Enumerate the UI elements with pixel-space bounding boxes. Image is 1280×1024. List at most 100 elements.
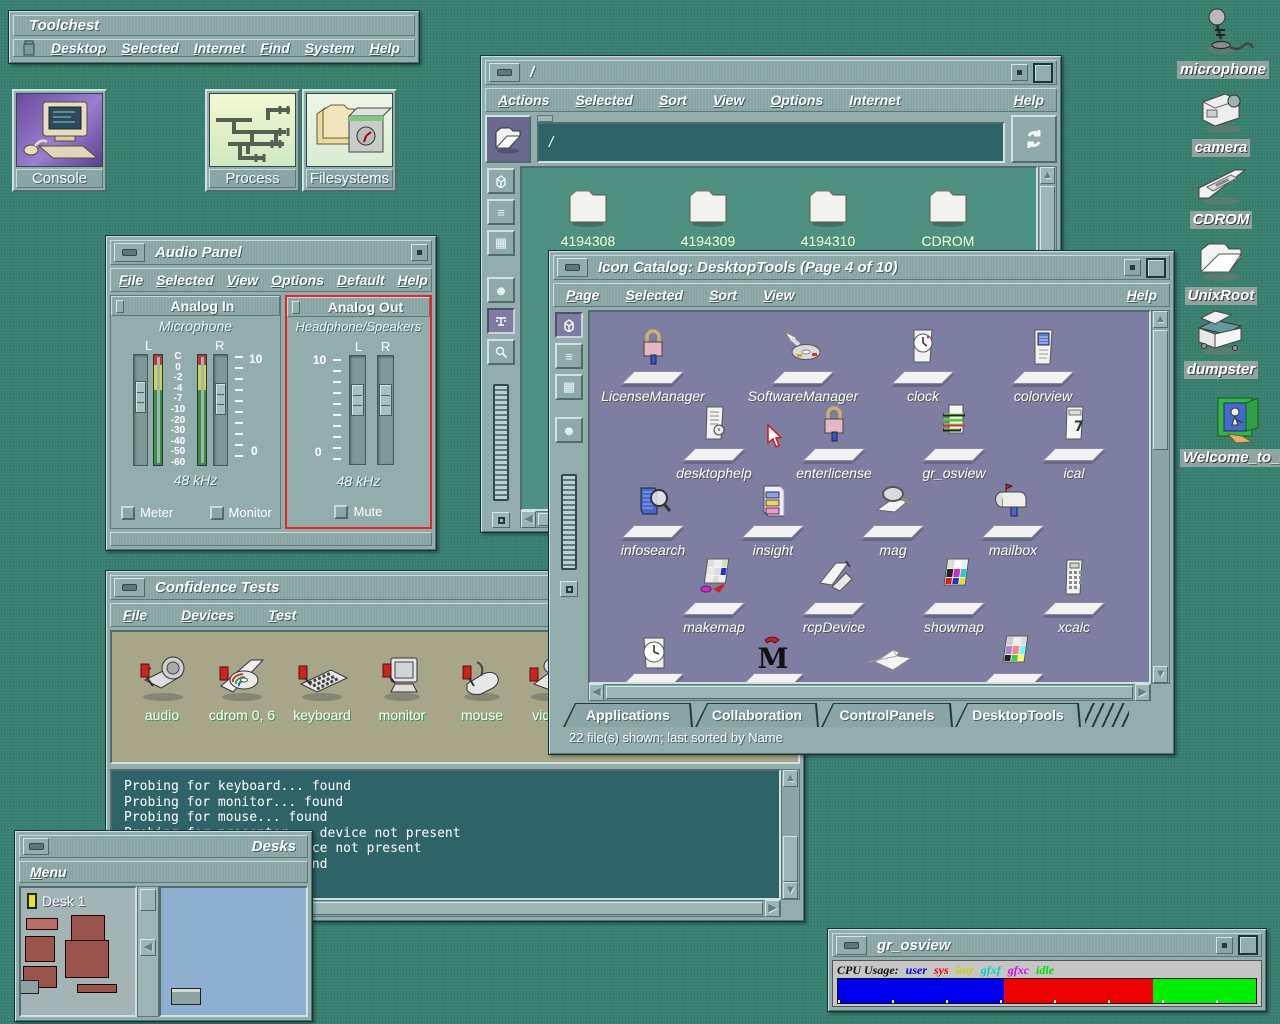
catalog-item-rcpdevice[interactable]: rcpDevice [772, 557, 896, 635]
device-keyboard[interactable]: keyboard [280, 650, 364, 723]
vertical-scrollbar[interactable]: ▲▼ [1151, 310, 1170, 684]
scroll-left-arrow[interactable]: ◀ [140, 939, 156, 956]
analog-out-panel[interactable]: Analog Out Headphone/Speakers L R 10 0 4… [285, 295, 432, 529]
input-slider-left[interactable] [133, 354, 148, 466]
menu-internet[interactable]: Internet [194, 41, 245, 55]
menu-internet[interactable]: Internet [849, 93, 900, 107]
window-menu-button[interactable] [1011, 64, 1028, 81]
pan-thumbwheel[interactable] [561, 474, 577, 570]
desk2-preview[interactable] [159, 886, 308, 1017]
menu-file[interactable]: File [119, 273, 143, 287]
minimize-button[interactable] [489, 63, 520, 82]
catalog-item-mailbox[interactable]: mailbox [951, 480, 1075, 558]
path-field[interactable]: / [537, 122, 1005, 163]
minimize-button[interactable] [557, 258, 588, 277]
3d-view-button[interactable] [555, 312, 583, 338]
menu-desktop[interactable]: Desktop [51, 41, 106, 55]
menu-page[interactable]: Page [566, 288, 599, 302]
grid-view-button[interactable]: ▦ [555, 374, 583, 400]
tab-controlpanels[interactable]: ControlPanels [821, 703, 953, 727]
list-view-button[interactable]: ≡ [487, 199, 515, 225]
scroll-left-arrow[interactable]: ◀ [589, 684, 604, 701]
vertical-scrollbar[interactable]: ▲▼ [781, 769, 800, 900]
menu-help[interactable]: Help [370, 41, 400, 55]
scroll-up-arrow[interactable]: ▲ [1040, 167, 1055, 184]
menu-help[interactable]: Help [398, 273, 428, 287]
scroll-thumb[interactable] [140, 889, 156, 911]
device-monitor[interactable]: monitor [360, 650, 444, 723]
panel-lozenge[interactable] [116, 300, 124, 313]
menu-default[interactable]: Default [337, 273, 384, 287]
minimize-button[interactable] [836, 936, 867, 955]
toolchest-titlebar[interactable]: Toolchest [13, 15, 415, 36]
device-audio[interactable]: audio [120, 650, 204, 723]
device-cdrom[interactable]: cdrom 0, 6 [200, 650, 284, 723]
maximize-button[interactable] [1033, 63, 1053, 83]
menu-options[interactable]: Options [271, 273, 324, 287]
scroll-down-arrow[interactable]: ▼ [1153, 666, 1168, 683]
menu-options[interactable]: Options [770, 93, 823, 107]
menu-test[interactable]: Test [268, 608, 296, 622]
icon-catalog-titlebar[interactable]: Icon Catalog: DesktopTools (Page 4 of 10… [553, 255, 1170, 280]
scroll-right-arrow[interactable]: ▶ [1135, 684, 1150, 701]
window-menu-button[interactable] [1216, 937, 1233, 954]
menu-find[interactable]: Find [260, 41, 290, 55]
menu-system[interactable]: System [305, 41, 355, 55]
menu-actions[interactable]: Actions [498, 93, 549, 107]
desktop-icon-dumpster[interactable]: dumpster [1174, 304, 1268, 379]
tab-desktoptools[interactable]: DesktopTools [955, 703, 1081, 727]
minimize-button[interactable] [114, 243, 145, 262]
desks-scroll-column[interactable]: ◀ [137, 886, 159, 1017]
folder-item[interactable]: CDROM [898, 184, 998, 249]
menu-file[interactable]: File [123, 608, 147, 622]
people-view-button[interactable]: ☻ [487, 277, 515, 303]
tree-view-button[interactable] [487, 308, 515, 334]
filesystems-launcher[interactable]: Filesystems [302, 89, 397, 192]
grid-view-button[interactable]: ▦ [487, 230, 515, 256]
scroll-thumb[interactable] [606, 686, 1133, 699]
catalog-item-enterlicense[interactable]: enterlicense [772, 403, 896, 481]
catalog-item-ical[interactable]: 7 ical [1012, 403, 1136, 481]
folder-item[interactable]: 4194309 [658, 184, 758, 249]
catalog-item-clipped-clock[interactable] [591, 634, 715, 684]
catalog-item-infosearch[interactable]: infosearch [591, 480, 715, 558]
menu-devices[interactable]: Devices [181, 608, 234, 622]
3d-view-button[interactable] [487, 168, 515, 194]
scroll-down-arrow[interactable]: ▼ [783, 882, 798, 899]
menu-sort[interactable]: Sort [659, 93, 687, 107]
desktop-icon-cdrom[interactable]: CDROM [1176, 162, 1266, 229]
input-slider-right[interactable] [213, 354, 228, 466]
desktop-icon-welcome[interactable]: Welcome_to_SGI [1180, 384, 1280, 467]
home-view-button[interactable] [560, 581, 578, 597]
desktop-icon-unixroot[interactable]: UnixRoot [1176, 234, 1266, 305]
menu-view[interactable]: View [763, 288, 794, 302]
home-view-button[interactable] [492, 512, 510, 528]
minimize-button[interactable] [23, 838, 49, 855]
scroll-thumb[interactable] [1153, 330, 1168, 450]
pan-thumbwheel[interactable] [493, 384, 509, 501]
catalog-item-grosview[interactable]: gr_osview [892, 403, 1016, 481]
catalog-item-clipped-colorchart[interactable] [951, 634, 1075, 684]
catalog-item-clipped-sheet[interactable] [831, 634, 955, 684]
analog-in-panel[interactable]: Analog In Microphone L R C0-2-4-7-10-20-… [110, 295, 281, 529]
menu-selected[interactable]: Selected [121, 41, 179, 55]
menu-selected[interactable]: Selected [625, 288, 683, 302]
catalog-icon-view[interactable]: LicenseManager SoftwareManager clock col… [588, 310, 1151, 684]
tab-applications[interactable]: Applications [563, 703, 693, 727]
current-folder-button[interactable] [485, 115, 531, 163]
horizontal-scrollbar[interactable]: ◀▶ [588, 684, 1151, 701]
catalog-item-desktophelp[interactable]: desktophelp [652, 403, 776, 481]
gr-osview-titlebar[interactable]: gr_osview [832, 933, 1262, 957]
menu-view[interactable]: View [713, 93, 744, 107]
desktop-icon-camera[interactable]: camera [1176, 84, 1266, 157]
minimize-button[interactable] [114, 578, 145, 597]
recycle-button[interactable] [1011, 115, 1057, 163]
menu-menu[interactable]: Menu [30, 865, 67, 879]
desks-titlebar[interactable]: Desks [19, 835, 308, 858]
menu-view[interactable]: View [227, 273, 258, 287]
output-slider-left[interactable] [349, 355, 366, 465]
folder-item[interactable]: 4194308 [538, 184, 638, 249]
menu-help[interactable]: Help [1127, 288, 1157, 302]
window-menu-button[interactable] [411, 244, 428, 261]
catalog-item-softwaremanager[interactable]: SoftwareManager [741, 326, 865, 404]
